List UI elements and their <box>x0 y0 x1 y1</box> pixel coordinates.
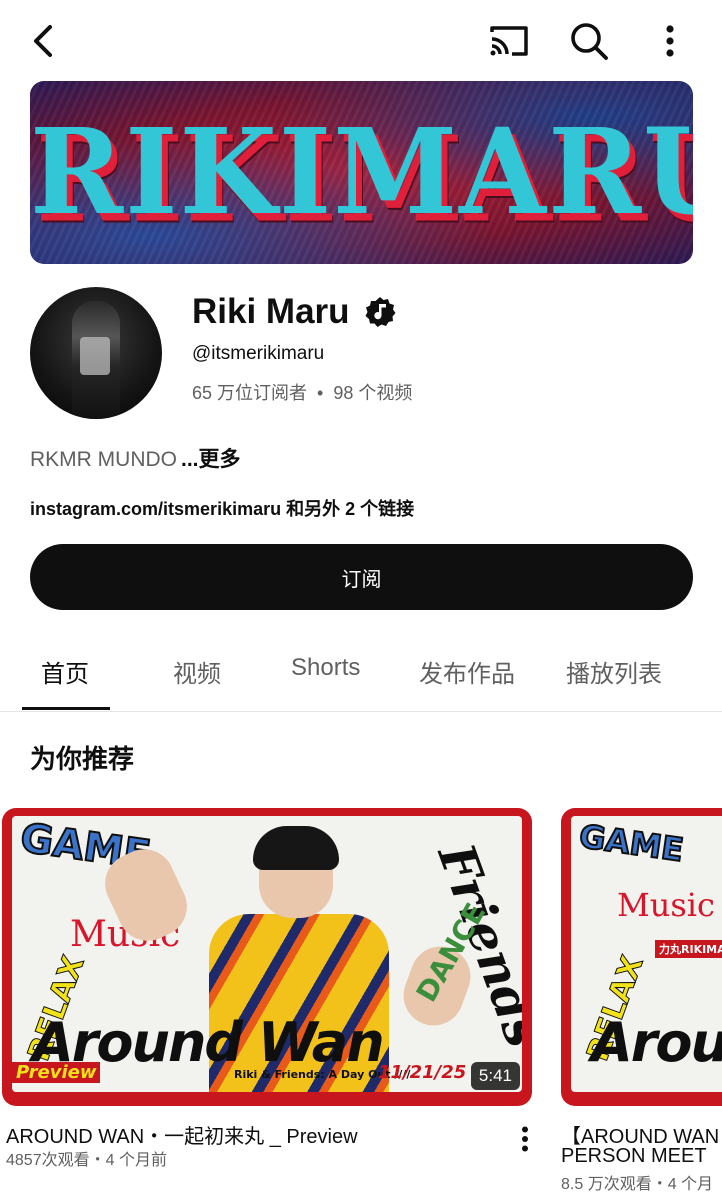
description-text: RKMR MUNDO <box>30 448 177 471</box>
thumb-preview-text: Preview <box>12 1062 101 1083</box>
stats-separator: • <box>317 383 324 403</box>
thumbnail-artwork: GAME Music 力丸RIKIMARU RELAX Around Wan <box>571 816 722 1092</box>
subscriber-count: 65 万位订阅者 <box>192 383 308 403</box>
cast-button[interactable] <box>486 18 532 64</box>
thumb-around-text: Around Wan <box>591 1011 722 1074</box>
more-vertical-icon <box>666 25 674 57</box>
video-title-line2[interactable]: PERSON MEET <box>561 1145 707 1168</box>
back-button[interactable] <box>20 18 66 64</box>
search-icon <box>571 23 608 60</box>
back-arrow-icon <box>34 25 52 57</box>
section-title: 为你推荐 <box>30 744 135 774</box>
tab-shorts[interactable]: Shorts <box>291 654 360 682</box>
thumb-hair <box>253 826 339 870</box>
thumb-label-text: 力丸RIKIMARU <box>655 940 722 958</box>
channel-tabs: 首页 视频 Shorts 发布作品 播放列表 <box>0 630 722 712</box>
tab-videos[interactable]: 视频 <box>173 654 221 689</box>
verified-music-icon <box>364 296 396 328</box>
channel-handle: @itsmerikimaru <box>192 343 325 364</box>
video-title[interactable]: AROUND WAN・一起初来丸 _ Preview <box>6 1120 358 1149</box>
channel-avatar[interactable] <box>30 287 162 419</box>
channel-links[interactable]: instagram.com/itsmerikimaru 和另外 2 个链接 <box>30 495 414 521</box>
video-thumbnail[interactable]: GAME Music 力丸RIKIMARU RELAX Around Wan <box>561 808 722 1106</box>
subscribe-button[interactable]: 订阅 <box>30 544 693 610</box>
channel-name: Riki Maru <box>192 292 350 331</box>
thumb-game-text: GAME <box>576 816 687 870</box>
channel-stats: 65 万位订阅者 • 98 个视频 <box>192 379 412 405</box>
video-meta: 4857次观看・4 个月前 <box>6 1152 167 1169</box>
cast-icon <box>490 26 528 56</box>
tab-home[interactable]: 首页 <box>41 654 89 689</box>
thumb-music-text: Music <box>617 886 715 924</box>
channel-banner: RIKIMARU <box>30 81 693 264</box>
description-more-link[interactable]: ...更多 <box>181 448 241 471</box>
extra-links-label[interactable]: 和另外 2 个链接 <box>281 499 414 519</box>
active-tab-indicator <box>22 707 110 710</box>
channel-name-row: Riki Maru <box>192 292 396 332</box>
more-options-button[interactable] <box>647 18 693 64</box>
top-bar <box>0 0 722 80</box>
thumb-date-text: 11/21/25 <box>378 1062 467 1083</box>
video-more-button[interactable] <box>510 1126 540 1156</box>
search-button[interactable] <box>566 18 612 64</box>
tab-playlists[interactable]: 播放列表 <box>566 654 662 689</box>
avatar-shirt <box>80 337 110 375</box>
banner-title: RIKIMARU <box>30 103 693 242</box>
video-thumbnail[interactable]: GAME Music RELAX Around Wan Friends DANC… <box>2 808 532 1106</box>
more-vertical-icon <box>522 1126 528 1152</box>
channel-description[interactable]: RKMR MUNDO ...更多 <box>30 443 241 473</box>
video-card-clip: GAME Music 力丸RIKIMARU RELAX Around Wan 【… <box>561 808 722 1200</box>
tab-releases[interactable]: 发布作品 <box>419 654 515 689</box>
thumbnail-artwork: GAME Music RELAX Around Wan Friends DANC… <box>12 816 522 1092</box>
instagram-link[interactable]: instagram.com/itsmerikimaru <box>30 499 281 519</box>
video-meta: 8.5 万次观看・4 个月 <box>561 1176 714 1193</box>
video-count: 98 个视频 <box>333 383 413 403</box>
video-duration: 5:41 <box>470 1062 520 1090</box>
